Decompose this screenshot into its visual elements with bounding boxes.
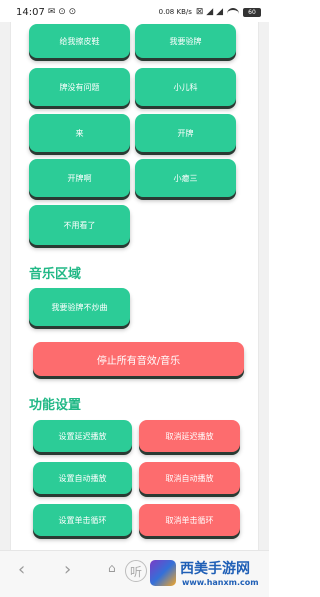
- watermark: 听 西美手游网 www.hanxm.com: [120, 552, 269, 597]
- cancel-delay-play-button[interactable]: 取消延迟播放: [139, 420, 240, 452]
- scroll-content[interactable]: 给我擦皮鞋 我要验牌 牌没有问题 小儿科 来 开牌 开牌啊 小瘪三 不用看了 音…: [10, 22, 259, 550]
- set-delay-play-button[interactable]: 设置延迟播放: [33, 420, 132, 452]
- home-icon[interactable]: ⌂: [108, 561, 116, 575]
- cancel-click-loop-label: 取消单击循环: [165, 515, 214, 525]
- sound-button-5[interactable]: 来: [29, 114, 130, 152]
- cancel-delay-play-label: 取消延迟播放: [165, 431, 214, 441]
- function-section-title: 功能设置: [29, 398, 82, 413]
- listen-icon: 听: [125, 560, 147, 582]
- site-logo-icon: [150, 560, 176, 586]
- left-gutter: [0, 22, 10, 550]
- sound-button-label: 来: [75, 128, 84, 138]
- sound-button-label: 我要验牌: [169, 36, 202, 46]
- status-bar: 14:07 ✉ ⊙ ⊙ 0.08 KB/s ⊠ ◢ ◢ 60: [0, 0, 269, 24]
- sound-button-8[interactable]: 小瘪三: [135, 159, 236, 197]
- sound-button-label: 开牌: [177, 128, 194, 138]
- sound-button-9[interactable]: 不用看了: [29, 205, 130, 245]
- sound-button-label: 开牌啊: [67, 173, 92, 183]
- set-click-loop-button[interactable]: 设置单击循环: [33, 504, 132, 536]
- set-delay-play-label: 设置延迟播放: [58, 431, 107, 441]
- music-section-title: 音乐区域: [29, 267, 82, 282]
- stop-all-label: 停止所有音效/音乐: [96, 355, 181, 367]
- stop-all-button[interactable]: 停止所有音效/音乐: [33, 342, 244, 376]
- cancel-click-loop-button[interactable]: 取消单击循环: [139, 504, 240, 536]
- sound-button-label: 牌没有问题: [59, 82, 100, 92]
- battery-level: 60: [248, 8, 256, 16]
- set-click-loop-label: 设置单击循环: [58, 515, 107, 525]
- sound-button-2[interactable]: 我要验牌: [135, 24, 236, 58]
- cancel-auto-play-label: 取消自动播放: [165, 473, 214, 483]
- cancel-auto-play-button[interactable]: 取消自动播放: [139, 462, 240, 494]
- right-gutter: [259, 22, 269, 550]
- music-button-1[interactable]: 我要验牌不炒曲: [29, 288, 130, 326]
- status-left: 14:07 ✉ ⊙ ⊙: [16, 7, 76, 18]
- status-right: 0.08 KB/s ⊠ ◢ ◢ 60: [159, 7, 261, 17]
- sound-button-label: 小儿科: [173, 82, 198, 92]
- sound-button-1[interactable]: 给我擦皮鞋: [29, 24, 130, 58]
- sound-button-6[interactable]: 开牌: [135, 114, 236, 152]
- sound-button-3[interactable]: 牌没有问题: [29, 68, 130, 106]
- sound-button-label: 不用看了: [63, 220, 96, 230]
- sound-button-label: 小瘪三: [173, 173, 198, 183]
- listen-label: 听: [129, 564, 142, 579]
- sound-button-4[interactable]: 小儿科: [135, 68, 236, 106]
- set-auto-play-label: 设置自动播放: [58, 473, 107, 483]
- battery-icon: 60: [243, 7, 261, 17]
- sound-button-label: 给我擦皮鞋: [59, 36, 100, 46]
- signal-icon: ⊠ ◢ ◢: [195, 7, 223, 17]
- net-speed: 0.08 KB/s: [158, 8, 192, 16]
- set-auto-play-button[interactable]: 设置自动播放: [33, 462, 132, 494]
- wifi-icon: [227, 7, 239, 17]
- watermark-title: 西美手游网: [180, 561, 250, 577]
- notification-icon: ✉ ⊙ ⊙: [47, 7, 77, 17]
- status-time: 14:07: [16, 6, 45, 18]
- sound-button-7[interactable]: 开牌啊: [29, 159, 130, 197]
- watermark-url: www.hanxm.com: [182, 578, 259, 587]
- back-icon[interactable]: ‹: [18, 559, 25, 580]
- music-button-label: 我要验牌不炒曲: [51, 302, 108, 312]
- forward-icon[interactable]: ›: [64, 559, 71, 580]
